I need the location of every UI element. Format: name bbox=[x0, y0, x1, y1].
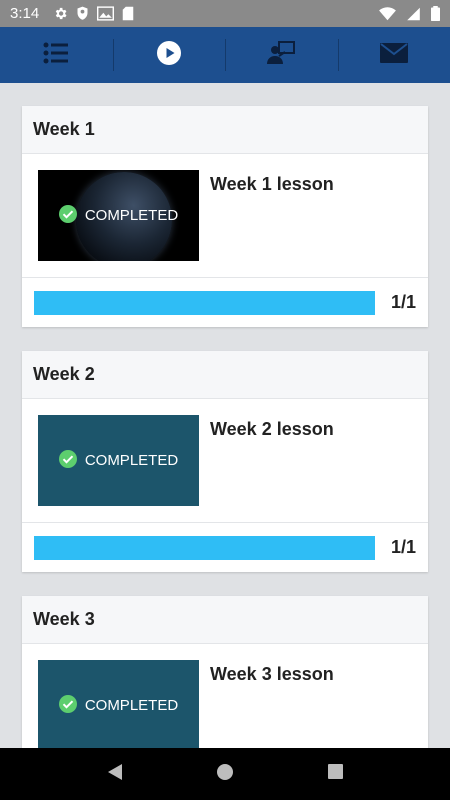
progress-row: 1/1 bbox=[22, 523, 428, 572]
top-nav bbox=[0, 27, 450, 83]
week-header: Week 1 bbox=[22, 106, 428, 154]
battery-icon bbox=[431, 6, 440, 21]
lesson-thumbnail[interactable]: COMPLETED bbox=[38, 170, 199, 261]
shield-icon bbox=[76, 6, 89, 21]
progress-count: 1/1 bbox=[390, 292, 416, 312]
settings-gear-icon bbox=[53, 6, 68, 21]
lesson-item[interactable]: COMPLETED Week 2 lesson bbox=[22, 399, 428, 523]
lesson-thumbnail[interactable]: COMPLETED bbox=[38, 415, 199, 506]
completed-label: COMPLETED bbox=[84, 207, 179, 224]
completed-badge: COMPLETED bbox=[58, 449, 179, 472]
progress-row: 1/1 bbox=[22, 278, 428, 327]
progress-fill bbox=[34, 536, 375, 560]
mail-icon bbox=[379, 42, 408, 68]
progress-bar bbox=[34, 536, 375, 560]
week-list[interactable]: Week 1 COMPLETED Week 1 lesson 1/1 Week … bbox=[0, 83, 450, 748]
home-icon[interactable] bbox=[217, 763, 234, 785]
progress-bar bbox=[34, 291, 375, 315]
system-nav-bar bbox=[0, 748, 450, 800]
check-circle-icon bbox=[58, 204, 77, 227]
recents-icon[interactable] bbox=[327, 764, 343, 784]
lesson-item[interactable]: COMPLETED Week 1 lesson bbox=[22, 154, 428, 278]
lesson-item[interactable]: COMPLETED Week 3 lesson bbox=[22, 644, 428, 748]
status-time: 3:14 bbox=[10, 5, 40, 22]
tab-play[interactable] bbox=[112, 27, 226, 83]
back-icon[interactable] bbox=[107, 763, 123, 786]
play-icon bbox=[156, 40, 181, 70]
progress-fill bbox=[34, 291, 375, 315]
presenter-icon bbox=[267, 40, 296, 70]
lesson-title[interactable]: Week 3 lesson bbox=[210, 664, 334, 685]
lesson-title[interactable]: Week 1 lesson bbox=[210, 174, 334, 195]
week-header: Week 3 bbox=[22, 596, 428, 644]
week-card: Week 1 COMPLETED Week 1 lesson 1/1 bbox=[22, 106, 428, 327]
tab-presenter[interactable] bbox=[225, 27, 338, 83]
lesson-title[interactable]: Week 2 lesson bbox=[210, 419, 334, 440]
week-card: Week 2 COMPLETED Week 2 lesson 1/1 bbox=[22, 351, 428, 572]
completed-badge: COMPLETED bbox=[58, 204, 179, 227]
tab-messages[interactable] bbox=[337, 27, 450, 83]
wifi-icon bbox=[379, 6, 396, 21]
week-header: Week 2 bbox=[22, 351, 428, 399]
sd-card-icon bbox=[122, 6, 134, 21]
progress-count: 1/1 bbox=[390, 537, 416, 557]
lesson-thumbnail[interactable]: COMPLETED bbox=[38, 660, 199, 748]
completed-label: COMPLETED bbox=[84, 697, 179, 714]
list-icon bbox=[43, 42, 69, 69]
completed-badge: COMPLETED bbox=[58, 694, 179, 717]
status-bar: 3:14 bbox=[0, 0, 450, 27]
check-circle-icon bbox=[58, 694, 77, 717]
image-notification-icon bbox=[97, 6, 115, 21]
check-circle-icon bbox=[58, 449, 77, 472]
signal-icon bbox=[406, 7, 421, 21]
completed-label: COMPLETED bbox=[84, 452, 179, 469]
tab-lessons-list[interactable] bbox=[0, 27, 113, 83]
week-card: Week 3 COMPLETED Week 3 lesson bbox=[22, 596, 428, 748]
